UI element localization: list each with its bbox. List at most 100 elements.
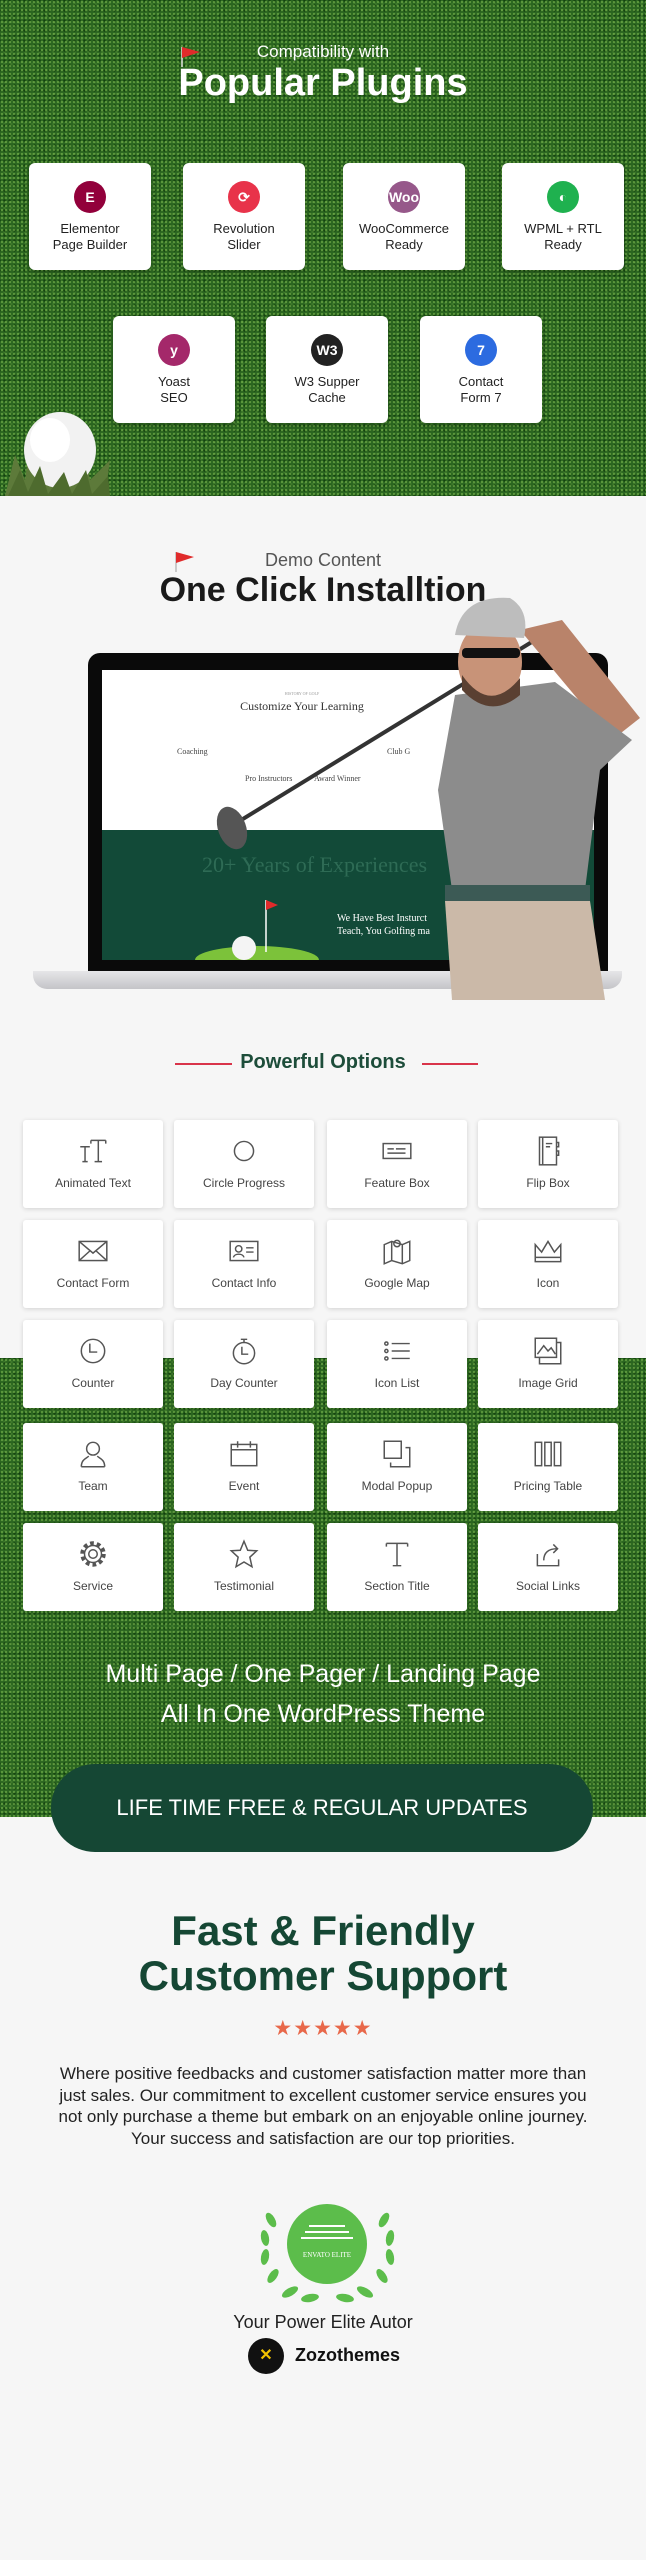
- option-label: Image Grid: [518, 1376, 578, 1390]
- calendar-icon: [230, 1441, 258, 1467]
- option-card: Contact Info: [174, 1220, 314, 1308]
- option-card: Service: [23, 1523, 163, 1611]
- option-label: Icon: [536, 1276, 560, 1290]
- option-label: Contact Form: [56, 1276, 130, 1290]
- option-card: Social Links: [478, 1523, 618, 1611]
- plugin-label: Elementor Page Builder: [52, 221, 128, 252]
- w3-cache-icon: W3: [311, 334, 343, 366]
- plugin-card: 7 Contact Form 7: [420, 316, 542, 423]
- option-label: Circle Progress: [202, 1176, 286, 1190]
- demo-subtitle: Demo Content: [264, 550, 382, 570]
- share-icon: [536, 1543, 560, 1567]
- options-title: Powerful Options: [240, 1051, 406, 1073]
- option-label: Animated Text: [55, 1176, 131, 1190]
- circle-icon: [233, 1140, 255, 1162]
- star-icon: ★: [332, 2017, 353, 2040]
- option-card: Flip Box: [478, 1120, 618, 1208]
- zozothemes-logo: ✕: [248, 2338, 284, 2374]
- contact-form-7-icon: 7: [465, 334, 497, 366]
- plugins-section: Compatibility with Popular Plugins E Elem…: [0, 0, 646, 496]
- updates-button[interactable]: LIFE TIME FREE & REGULAR UPDATES: [51, 1764, 593, 1852]
- star-icon: ★: [273, 2017, 294, 2040]
- plugin-card: E Elementor Page Builder: [29, 163, 151, 270]
- stopwatch-icon: [232, 1338, 256, 1365]
- wpml-icon: ◐: [547, 181, 579, 213]
- support-title-1: Fast & Friendly: [171, 1907, 475, 1954]
- option-label: Section Title: [364, 1579, 430, 1593]
- badge-text: ENVATO ELITE: [303, 2251, 351, 2259]
- envelope-icon: [78, 1240, 108, 1262]
- plugin-label: Contact Form 7: [458, 374, 504, 405]
- plugin-card: W3 W3 Supper Cache: [266, 316, 388, 423]
- plugin-label: Yoast SEO: [157, 374, 191, 405]
- option-label: Event: [228, 1479, 260, 1493]
- list-icon: [384, 1341, 410, 1361]
- demo-section: Demo Content One Click Installtion HISTO…: [0, 496, 646, 1026]
- plugins-title: Popular Plugins: [178, 62, 468, 104]
- envato-elite-badge: ENVATO ELITE: [260, 2204, 395, 2303]
- option-card: Counter: [23, 1320, 163, 1408]
- options-title-line-right: [422, 1063, 478, 1065]
- star-icon: ★: [352, 2017, 373, 2040]
- brand-name: Zozothemes: [295, 2345, 401, 2365]
- option-card: Icon List: [327, 1320, 467, 1408]
- star-icon: ★: [293, 2017, 314, 2040]
- gear-icon: [80, 1541, 106, 1567]
- option-card: Modal Popup: [327, 1423, 467, 1511]
- map-icon: [383, 1239, 411, 1265]
- option-label: Team: [78, 1479, 108, 1493]
- star-icon: ★: [313, 2017, 333, 2040]
- option-card: Circle Progress: [174, 1120, 314, 1208]
- contact-card-icon: [229, 1240, 259, 1262]
- option-card: Feature Box: [327, 1120, 467, 1208]
- option-label: Modal Popup: [361, 1479, 433, 1493]
- option-label: Counter: [71, 1376, 115, 1390]
- option-label: Service: [72, 1579, 113, 1593]
- option-label: Icon List: [374, 1376, 420, 1390]
- option-label: Pricing Table: [513, 1479, 583, 1493]
- option-card: Image Grid: [478, 1320, 618, 1408]
- option-label: Testimonial: [213, 1579, 275, 1593]
- elementor-icon: E: [74, 181, 106, 213]
- option-label: Contact Info: [211, 1276, 277, 1290]
- option-card: Icon: [478, 1220, 618, 1308]
- columns-icon: [534, 1441, 562, 1467]
- plugins-subtitle: Compatibility with: [256, 42, 390, 61]
- clock-icon: [80, 1338, 106, 1364]
- option-card: Day Counter: [174, 1320, 314, 1408]
- plugin-card: ⟳ Revolution Slider: [183, 163, 305, 270]
- option-card: Pricing Table: [478, 1423, 618, 1511]
- flip-box-icon: [538, 1136, 560, 1166]
- support-title-2: Customer Support: [138, 1952, 508, 1999]
- image-grid-icon: [534, 1337, 562, 1365]
- revolution-slider-icon: ⟳: [228, 181, 260, 213]
- plugin-label: WooCommerce Ready: [358, 221, 450, 252]
- option-label: Flip Box: [526, 1176, 570, 1190]
- golfer-image: [216, 597, 640, 1000]
- plugin-label: Revolution Slider: [213, 221, 275, 252]
- option-label: Social Links: [515, 1579, 581, 1593]
- plugin-card: ◐ WPML + RTL Ready: [502, 163, 624, 270]
- text-size-icon: [80, 1139, 107, 1163]
- plugin-label: W3 Supper Cache: [294, 374, 360, 405]
- theme-line-1: Multi Page / One Pager / Landing Page: [105, 1660, 541, 1688]
- woocommerce-icon: Woo: [388, 181, 420, 213]
- plugin-card: Woo WooCommerce Ready: [343, 163, 465, 270]
- rating-stars: ★★★★★: [0, 2016, 646, 2041]
- plugin-label: WPML + RTL Ready: [524, 221, 602, 252]
- option-card: Testimonial: [174, 1523, 314, 1611]
- option-card: Contact Form: [23, 1220, 163, 1308]
- feature-box-icon: [382, 1142, 412, 1160]
- plugin-card: y Yoast SEO: [113, 316, 235, 423]
- author-label: Your Power Elite Autor: [233, 2312, 413, 2332]
- option-card: Google Map: [327, 1220, 467, 1308]
- option-card: Event: [174, 1423, 314, 1511]
- option-card: Animated Text: [23, 1120, 163, 1208]
- modal-icon: [383, 1440, 411, 1468]
- option-label: Day Counter: [210, 1376, 278, 1390]
- theme-line-2: All In One WordPress Theme: [160, 1700, 486, 1728]
- golf-ball-image: [5, 412, 110, 496]
- option-card: Section Title: [327, 1523, 467, 1611]
- option-label: Google Map: [364, 1276, 430, 1290]
- yoast-icon: y: [158, 334, 190, 366]
